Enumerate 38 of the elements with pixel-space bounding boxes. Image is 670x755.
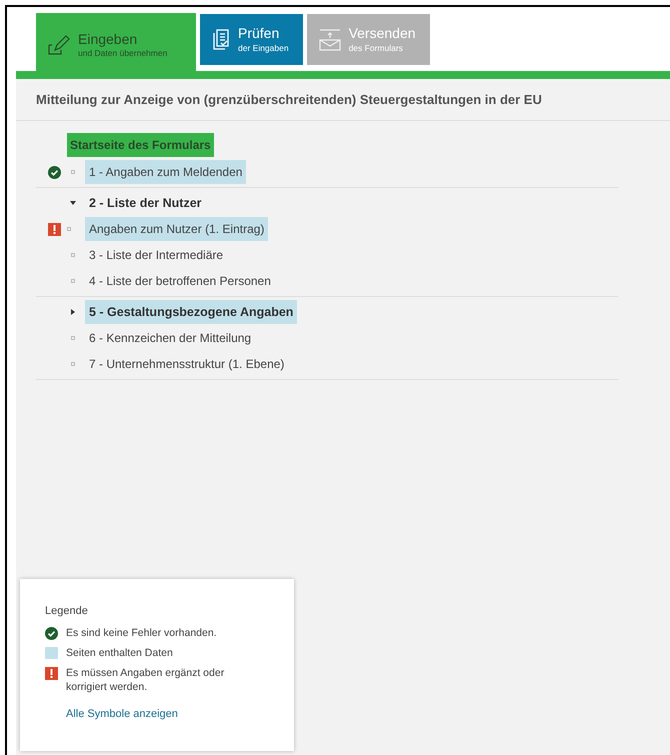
- pencil-icon: [48, 35, 70, 55]
- tab-title: Versenden: [348, 25, 416, 43]
- error-icon: [45, 666, 58, 680]
- tree-page-link[interactable]: 7 - Unternehmensstruktur (1. Ebene): [85, 352, 288, 376]
- tree-folder[interactable]: 2 - Liste der Nutzer: [85, 190, 206, 216]
- tree-page-link[interactable]: 6 - Kennzeichen der Mitteilung: [85, 326, 256, 350]
- tree-page-link[interactable]: 4 - Liste der betroffenen Personen: [85, 269, 275, 293]
- legend-title: Legende: [45, 604, 89, 619]
- caret-right-icon[interactable]: [70, 309, 76, 315]
- bullet-icon: [71, 336, 75, 340]
- form-title: Mitteilung zur Anzeige von (grenzüberschreitenden) Steuergestaltungen in der EU: [36, 90, 542, 109]
- show-all-symbols-link[interactable]: Alle Symbole anzeigen: [66, 706, 178, 722]
- legend-text: Es sind keine Fehler vorhanden.: [66, 626, 218, 640]
- legend-text: Es müssen Angaben ergänzt oder korrigiert werden.: [66, 666, 226, 694]
- tree-folder[interactable]: 5 - Gestaltungsbezogene Angaben: [85, 300, 298, 324]
- bullet-icon: [71, 170, 75, 174]
- tab-title: Eingeben: [78, 30, 138, 48]
- check-circle-icon: [48, 166, 61, 178]
- step-tab[interactable]: Prüfen der Eingaben: [200, 14, 303, 65]
- bullet-icon: [71, 253, 75, 257]
- tab-title: Prüfen: [238, 25, 280, 43]
- tab-subtitle: der Eingaben: [238, 42, 289, 54]
- envelope-upload-icon: [318, 28, 341, 50]
- documents-icon: [212, 28, 230, 50]
- bullet-icon: [71, 362, 75, 366]
- bullet-icon: [67, 227, 71, 231]
- caret-down-icon[interactable]: [70, 200, 76, 206]
- check-circle-icon: [45, 626, 58, 640]
- tree-page-link[interactable]: Angaben zum Nutzer (1. Eintrag): [85, 217, 268, 241]
- legend-text: Seiten enthalten Daten: [66, 646, 174, 660]
- tree-page-link[interactable]: 1 - Angaben zum Meldenden: [85, 160, 246, 184]
- step-tab[interactable]: Eingeben und Daten übernehmen: [36, 13, 196, 71]
- tab-subtitle: des Formulars: [348, 42, 404, 54]
- start-page-link[interactable]: Startseite des Formulars: [67, 133, 214, 157]
- bullet-icon: [71, 279, 75, 283]
- tab-subtitle: und Daten übernehmen: [78, 48, 168, 60]
- tree-page-link[interactable]: 3 - Liste der Intermediäre: [85, 243, 228, 267]
- error-icon: [48, 222, 61, 236]
